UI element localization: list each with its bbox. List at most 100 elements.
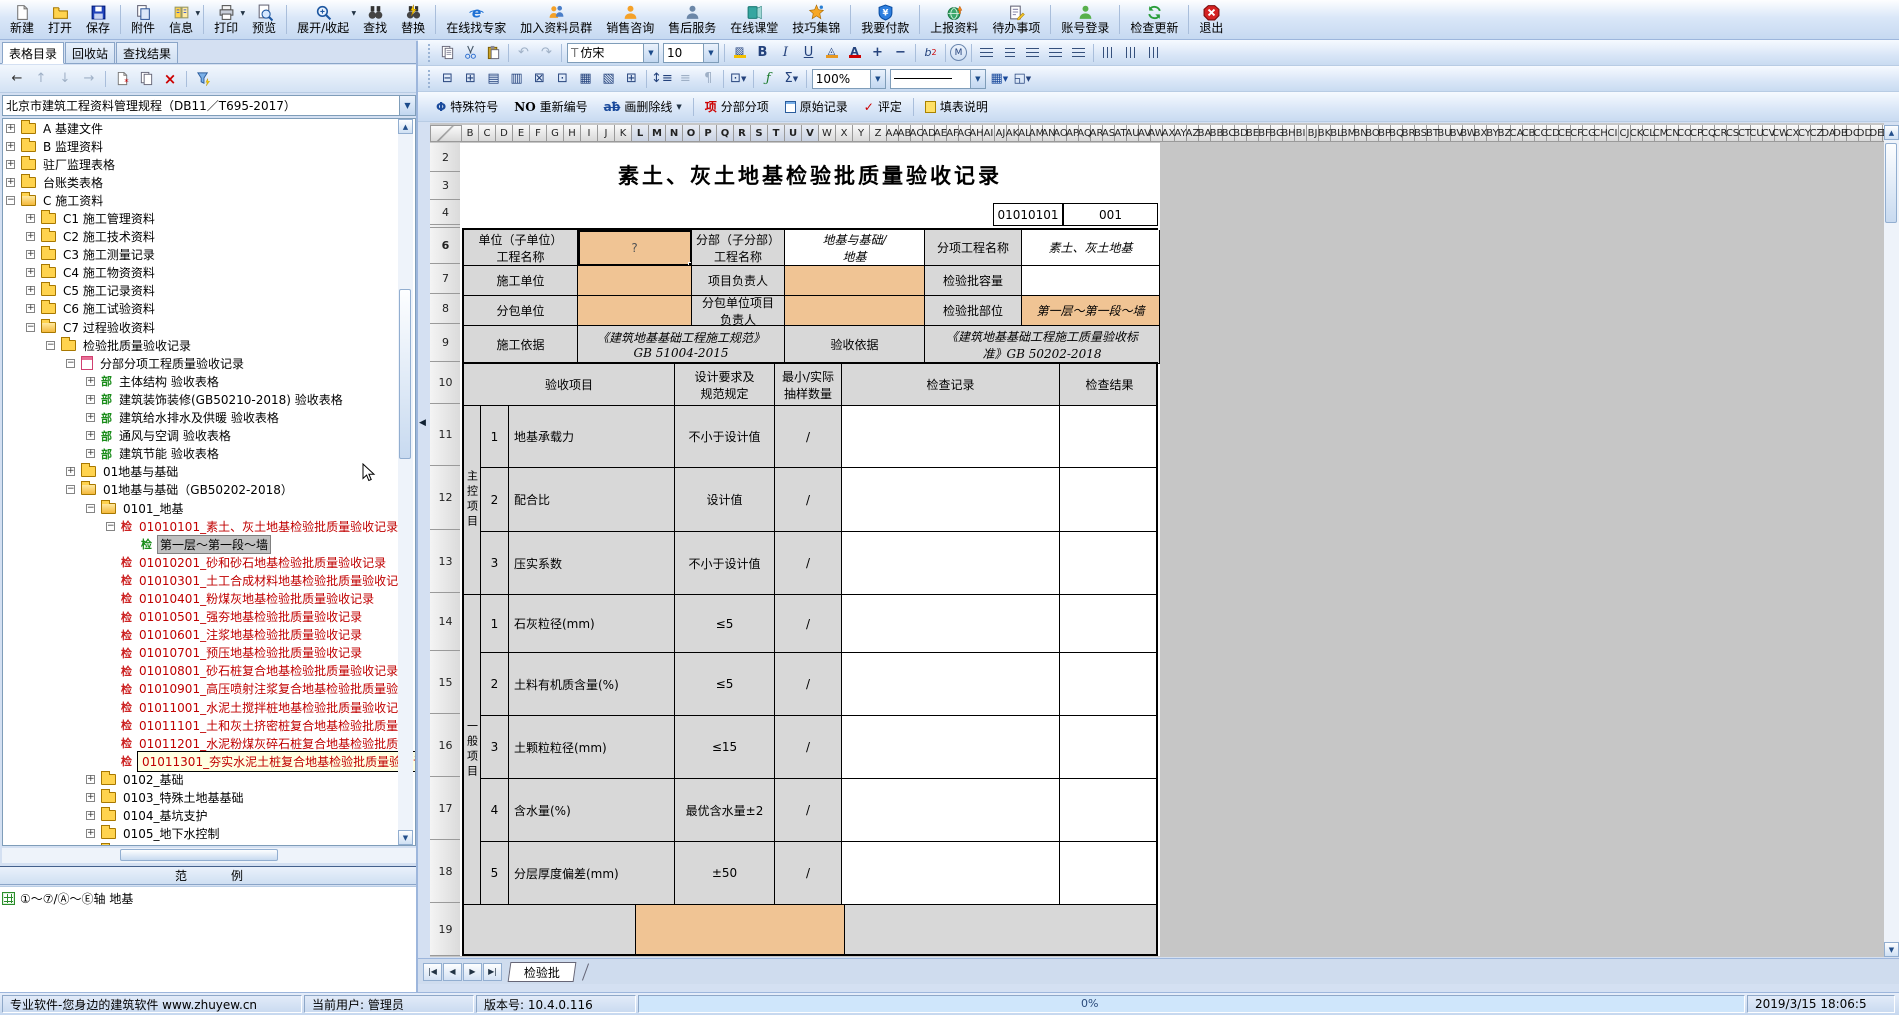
toolbar-tips-collection[interactable]: 技巧集锦: [785, 1, 847, 38]
check-result-cell[interactable]: [1060, 653, 1158, 716]
cut-icon[interactable]: [460, 43, 481, 63]
scroll-up-icon[interactable]: ▲: [1884, 125, 1899, 140]
signature-input-cell[interactable]: [635, 905, 845, 956]
filter-icon[interactable]: [192, 69, 214, 89]
toolbar-find-binoculars[interactable]: 查找: [356, 1, 394, 38]
tree-item[interactable]: 检01010901_高压喷射注浆复合地基检验批质量验收: [3, 680, 415, 698]
tree-item[interactable]: 检第一层～第一段～墙: [3, 535, 415, 553]
action-evaluate[interactable]: ✓评定: [856, 98, 910, 115]
column-header[interactable]: T: [768, 125, 785, 142]
circled-m-icon[interactable]: M: [950, 44, 967, 61]
column-header[interactable]: X: [836, 125, 853, 142]
delete-form-icon[interactable]: ×: [159, 69, 181, 89]
check-result-cell[interactable]: [1060, 406, 1158, 468]
column-header[interactable]: BE: [1247, 125, 1259, 142]
tree-item[interactable]: 检01010401_粉煤灰地基检验批质量验收记录: [3, 589, 415, 607]
tree-item[interactable]: −01地基与基础（GB50202-2018）: [3, 481, 415, 499]
tree-item[interactable]: +部建筑节能 验收表格: [3, 445, 415, 463]
expand-icon[interactable]: +: [26, 214, 35, 223]
list-item[interactable]: ①～⑦/Ⓐ～Ⓔ轴 地基: [0, 887, 418, 910]
expand-icon[interactable]: +: [86, 793, 95, 802]
item-value-cell[interactable]: 素土、灰土地基: [1022, 230, 1160, 266]
tree-item[interactable]: +部建筑装饰装修(GB50210-2018) 验收表格: [3, 390, 415, 408]
font-color-icon[interactable]: A: [844, 43, 865, 63]
column-header[interactable]: Y: [853, 125, 870, 142]
basis-value-cell[interactable]: 《建筑地基基础工程施工规范》 GB 51004-2015: [578, 326, 785, 364]
action-original-record[interactable]: 原始记录: [777, 98, 856, 115]
nav-back-icon[interactable]: ←: [6, 69, 28, 89]
row-header[interactable]: 7: [430, 264, 462, 294]
check-record-cell[interactable]: [842, 842, 1060, 905]
tree-item[interactable]: +0104_基坑支护: [3, 807, 415, 825]
bold-button[interactable]: B: [752, 43, 773, 63]
chevron-down-icon[interactable]: ▼: [870, 70, 885, 88]
align-left-icon[interactable]: [976, 43, 997, 63]
column-header[interactable]: F: [530, 125, 547, 142]
tree-item[interactable]: 检01010601_注浆地基检验批质量验收记录: [3, 626, 415, 644]
expand-icon[interactable]: +: [86, 413, 95, 422]
column-header[interactable]: C: [479, 125, 496, 142]
lock-cell-icon[interactable]: ⊞: [621, 69, 642, 89]
tree-item[interactable]: −C 施工资料: [3, 191, 415, 209]
column-header[interactable]: CH: [1595, 125, 1607, 142]
expand-icon[interactable]: +: [86, 431, 95, 440]
expand-icon[interactable]: +: [26, 232, 35, 241]
row-header[interactable]: 13: [430, 530, 462, 593]
tree-item[interactable]: −检验批质量验收记录: [3, 336, 415, 354]
column-header[interactable]: BK: [1319, 125, 1331, 142]
row-header[interactable]: 16: [430, 714, 462, 777]
tree-item[interactable]: +台账类表格: [3, 173, 415, 191]
column-header[interactable]: B: [462, 125, 479, 142]
row-header[interactable]: 17: [430, 777, 462, 840]
check-result-cell[interactable]: [1060, 532, 1158, 595]
column-header[interactable]: AE: [935, 125, 947, 142]
redo-icon[interactable]: ↷: [536, 43, 557, 63]
check-record-cell[interactable]: [842, 653, 1060, 716]
column-headers[interactable]: BCDEFGHIJKLMNOPQRSTUVWXYZAAABACADAEAFAGA…: [462, 125, 1884, 142]
column-header[interactable]: BX: [1475, 125, 1487, 142]
expand-icon[interactable]: +: [86, 775, 95, 784]
column-header[interactable]: M: [649, 125, 666, 142]
location-value-cell[interactable]: 第一层～第一段～墙: [1022, 296, 1160, 326]
decrease-font-icon[interactable]: −: [890, 43, 911, 63]
action-strikethrough[interactable]: aƀ画删除线▼: [596, 98, 690, 115]
tree-item[interactable]: 检01010501_强夯地基检验批质量验收记录: [3, 608, 415, 626]
fill-color-icon[interactable]: ▨: [729, 43, 750, 63]
vertical-text-rotate-icon[interactable]: [1121, 43, 1142, 63]
toolbar-join-group[interactable]: 加入资料员群: [513, 1, 599, 38]
example-bar[interactable]: 范 例: [0, 866, 418, 885]
collapse-icon[interactable]: −: [6, 196, 15, 205]
column-header[interactable]: U: [785, 125, 802, 142]
tree-item[interactable]: 检01010301_土工合成材料地基检验批质量验收记录: [3, 571, 415, 589]
collapse-icon[interactable]: −: [86, 504, 95, 513]
column-header[interactable]: H: [564, 125, 581, 142]
row-header[interactable]: 9: [430, 324, 462, 362]
shade-cells-icon[interactable]: ▧: [598, 69, 619, 89]
scroll-down-icon[interactable]: ▼: [1884, 942, 1899, 957]
column-header[interactable]: BI: [1295, 125, 1307, 142]
vertical-text-icon[interactable]: [1098, 43, 1119, 63]
column-header[interactable]: AI: [983, 125, 995, 142]
select-cell-icon[interactable]: ⊡▼: [728, 69, 749, 89]
tree-item[interactable]: +驻厂监理表格: [3, 155, 415, 173]
expand-icon[interactable]: +: [6, 160, 15, 169]
chevron-down-icon[interactable]: ▼: [703, 44, 718, 62]
scroll-thumb[interactable]: [399, 289, 411, 459]
paste-icon[interactable]: [483, 43, 504, 63]
highlight-color-icon[interactable]: ◬: [821, 43, 842, 63]
column-header[interactable]: O: [683, 125, 700, 142]
tree-item[interactable]: +C3 施工测量记录: [3, 246, 415, 264]
row-header[interactable]: 18: [430, 840, 462, 903]
row-header[interactable]: 4: [430, 200, 462, 225]
form-code-cell[interactable]: 01010101: [993, 203, 1063, 226]
table-borders-icon[interactable]: ▦: [575, 69, 596, 89]
toolbar-account-login[interactable]: 账号登录: [1054, 1, 1116, 38]
sheet-tab-active[interactable]: 检验批: [508, 962, 577, 982]
scroll-thumb[interactable]: [120, 849, 278, 861]
toolbar-upload-globe[interactable]: 上报资料: [923, 1, 985, 38]
scroll-up-icon[interactable]: ▲: [398, 119, 413, 134]
column-header[interactable]: R: [734, 125, 751, 142]
row-header[interactable]: 2: [430, 143, 462, 172]
subcontractor-value-cell[interactable]: [578, 296, 692, 326]
check-result-cell[interactable]: [1060, 468, 1158, 532]
